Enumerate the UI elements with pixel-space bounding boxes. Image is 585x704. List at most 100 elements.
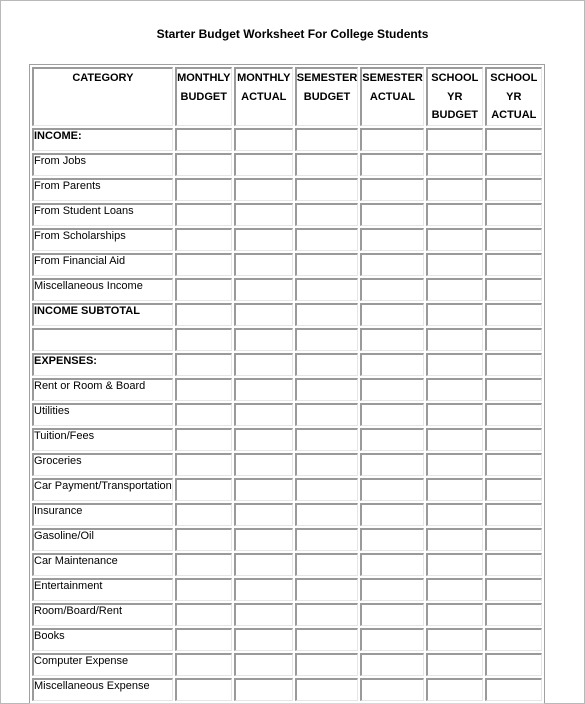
cell-school-yr-budget[interactable]	[425, 603, 483, 626]
cell-monthly-budget[interactable]	[174, 453, 232, 476]
cell-school-yr-budget[interactable]	[425, 328, 483, 351]
cell-monthly-budget[interactable]	[174, 228, 232, 251]
cell-semester-budget[interactable]	[294, 503, 359, 526]
cell-monthly-budget[interactable]	[174, 253, 232, 276]
cell-school-yr-budget[interactable]	[425, 303, 483, 326]
cell-monthly-actual[interactable]	[233, 478, 293, 501]
cell-monthly-actual[interactable]	[233, 303, 293, 326]
cell-semester-actual[interactable]	[360, 553, 424, 576]
cell-semester-actual[interactable]	[360, 653, 424, 676]
cell-semester-actual[interactable]	[360, 403, 424, 426]
cell-monthly-budget[interactable]	[174, 603, 232, 626]
cell-monthly-actual[interactable]	[233, 153, 293, 176]
cell-school-yr-budget[interactable]	[425, 678, 483, 701]
cell-semester-actual[interactable]	[360, 628, 424, 651]
cell-semester-budget[interactable]	[294, 653, 359, 676]
cell-school-yr-actual[interactable]	[484, 328, 542, 351]
cell-school-yr-actual[interactable]	[484, 478, 542, 501]
cell-school-yr-budget[interactable]	[425, 453, 483, 476]
cell-semester-budget[interactable]	[294, 178, 359, 201]
cell-semester-budget[interactable]	[294, 553, 359, 576]
cell-school-yr-actual[interactable]	[484, 253, 542, 276]
cell-semester-actual[interactable]	[360, 503, 424, 526]
cell-semester-budget[interactable]	[294, 253, 359, 276]
cell-semester-budget[interactable]	[294, 353, 359, 376]
cell-semester-actual[interactable]	[360, 528, 424, 551]
cell-school-yr-budget[interactable]	[425, 153, 483, 176]
cell-semester-actual[interactable]	[360, 478, 424, 501]
cell-monthly-actual[interactable]	[233, 553, 293, 576]
cell-semester-budget[interactable]	[294, 403, 359, 426]
cell-school-yr-budget[interactable]	[425, 528, 483, 551]
cell-monthly-actual[interactable]	[233, 628, 293, 651]
cell-monthly-budget[interactable]	[174, 128, 232, 151]
cell-monthly-actual[interactable]	[233, 353, 293, 376]
cell-semester-actual[interactable]	[360, 453, 424, 476]
cell-school-yr-budget[interactable]	[425, 628, 483, 651]
cell-semester-actual[interactable]	[360, 378, 424, 401]
cell-school-yr-actual[interactable]	[484, 278, 542, 301]
cell-monthly-budget[interactable]	[174, 578, 232, 601]
cell-semester-actual[interactable]	[360, 353, 424, 376]
cell-monthly-actual[interactable]	[233, 653, 293, 676]
cell-school-yr-actual[interactable]	[484, 303, 542, 326]
cell-school-yr-budget[interactable]	[425, 378, 483, 401]
cell-semester-actual[interactable]	[360, 153, 424, 176]
cell-semester-budget[interactable]	[294, 428, 359, 451]
cell-monthly-actual[interactable]	[233, 528, 293, 551]
cell-monthly-actual[interactable]	[233, 228, 293, 251]
cell-school-yr-actual[interactable]	[484, 353, 542, 376]
cell-monthly-budget[interactable]	[174, 678, 232, 701]
cell-monthly-actual[interactable]	[233, 128, 293, 151]
cell-monthly-budget[interactable]	[174, 403, 232, 426]
cell-monthly-budget[interactable]	[174, 303, 232, 326]
cell-monthly-actual[interactable]	[233, 603, 293, 626]
cell-school-yr-actual[interactable]	[484, 178, 542, 201]
cell-monthly-budget[interactable]	[174, 428, 232, 451]
cell-monthly-budget[interactable]	[174, 203, 232, 226]
cell-school-yr-actual[interactable]	[484, 528, 542, 551]
cell-monthly-budget[interactable]	[174, 503, 232, 526]
cell-semester-budget[interactable]	[294, 603, 359, 626]
cell-school-yr-budget[interactable]	[425, 353, 483, 376]
cell-school-yr-budget[interactable]	[425, 503, 483, 526]
cell-monthly-budget[interactable]	[174, 528, 232, 551]
cell-monthly-actual[interactable]	[233, 678, 293, 701]
cell-monthly-actual[interactable]	[233, 453, 293, 476]
cell-semester-actual[interactable]	[360, 328, 424, 351]
cell-semester-actual[interactable]	[360, 128, 424, 151]
cell-semester-budget[interactable]	[294, 628, 359, 651]
cell-monthly-budget[interactable]	[174, 178, 232, 201]
cell-semester-budget[interactable]	[294, 228, 359, 251]
cell-school-yr-budget[interactable]	[425, 403, 483, 426]
cell-monthly-actual[interactable]	[233, 503, 293, 526]
cell-semester-budget[interactable]	[294, 378, 359, 401]
cell-semester-actual[interactable]	[360, 253, 424, 276]
cell-monthly-actual[interactable]	[233, 278, 293, 301]
cell-semester-actual[interactable]	[360, 228, 424, 251]
cell-school-yr-actual[interactable]	[484, 678, 542, 701]
cell-school-yr-actual[interactable]	[484, 403, 542, 426]
cell-semester-actual[interactable]	[360, 178, 424, 201]
cell-semester-actual[interactable]	[360, 203, 424, 226]
cell-monthly-budget[interactable]	[174, 478, 232, 501]
cell-school-yr-budget[interactable]	[425, 478, 483, 501]
cell-semester-budget[interactable]	[294, 578, 359, 601]
cell-school-yr-budget[interactable]	[425, 228, 483, 251]
cell-semester-actual[interactable]	[360, 678, 424, 701]
cell-monthly-actual[interactable]	[233, 178, 293, 201]
cell-semester-actual[interactable]	[360, 428, 424, 451]
cell-monthly-actual[interactable]	[233, 203, 293, 226]
cell-school-yr-actual[interactable]	[484, 453, 542, 476]
cell-monthly-budget[interactable]	[174, 653, 232, 676]
cell-semester-budget[interactable]	[294, 278, 359, 301]
cell-school-yr-budget[interactable]	[425, 428, 483, 451]
cell-semester-actual[interactable]	[360, 578, 424, 601]
cell-monthly-actual[interactable]	[233, 378, 293, 401]
cell-school-yr-actual[interactable]	[484, 628, 542, 651]
cell-school-yr-actual[interactable]	[484, 503, 542, 526]
cell-monthly-actual[interactable]	[233, 578, 293, 601]
cell-monthly-budget[interactable]	[174, 628, 232, 651]
cell-semester-budget[interactable]	[294, 303, 359, 326]
cell-school-yr-actual[interactable]	[484, 553, 542, 576]
